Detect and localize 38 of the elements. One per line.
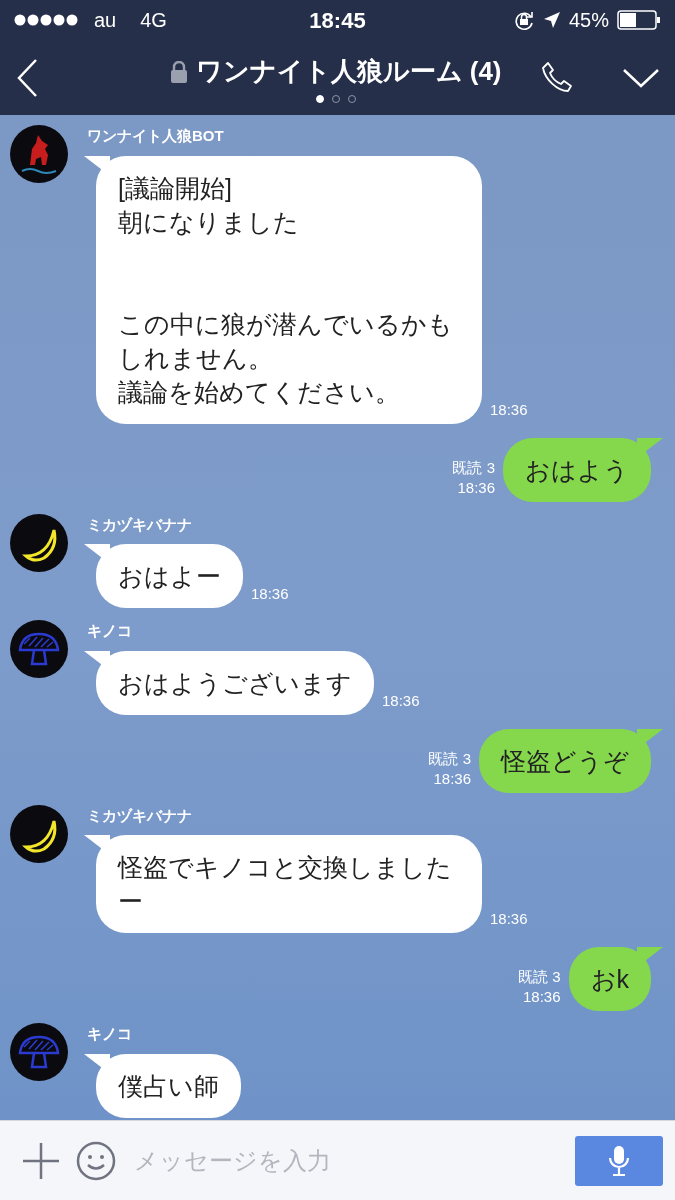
read-receipt: 既読 3 (428, 748, 471, 769)
clock-time: 18:45 (309, 6, 366, 35)
message-time: 18:36 (490, 399, 528, 420)
message-time: 18:36 (457, 477, 495, 498)
message-time: 18:36 (490, 909, 528, 929)
message-time: 18:36 (433, 768, 471, 789)
message-time: 18:36 (251, 584, 289, 604)
read-receipt: 既読 3 (518, 967, 561, 987)
sender-name: キノコ (87, 621, 132, 641)
mushroom-avatar-icon[interactable] (10, 620, 68, 678)
emoji-icon[interactable] (76, 1140, 116, 1181)
battery-percent: 45% (568, 8, 609, 33)
wolf-avatar-icon[interactable] (10, 125, 68, 183)
signal-icon (14, 14, 78, 26)
sender-name: キノコ (87, 1024, 132, 1044)
chevron-down-icon[interactable] (623, 67, 659, 88)
rotation-lock-icon (512, 9, 535, 31)
sender-name: ワンナイト人狼BOT (87, 126, 224, 146)
location-arrow-icon (542, 11, 561, 29)
message-input-bar[interactable]: メッセージを入力 (0, 1120, 675, 1200)
back-icon[interactable] (16, 57, 40, 98)
chat-title: ワンナイト人狼ルーム (4) (195, 55, 502, 88)
microphone-button[interactable] (575, 1135, 663, 1186)
message-time: 18:36 (382, 690, 420, 711)
sender-name: ミカヅキバナナ (87, 805, 192, 826)
network-label: 4G (140, 8, 167, 33)
carrier-label: au (94, 8, 117, 33)
message-input[interactable]: メッセージを入力 (132, 1141, 559, 1180)
read-receipt: 既読 3 (452, 457, 495, 478)
microphone-icon (607, 1144, 631, 1177)
mushroom-avatar-icon[interactable] (10, 1023, 68, 1081)
battery-icon (617, 10, 661, 30)
message-time: 18:36 (522, 987, 561, 1007)
banana-avatar-icon[interactable] (10, 804, 68, 863)
banana-avatar-icon[interactable] (10, 513, 68, 572)
sender-name: ミカヅキバナナ (87, 514, 192, 535)
plus-icon[interactable] (22, 1141, 60, 1180)
phone-icon[interactable] (541, 60, 575, 95)
